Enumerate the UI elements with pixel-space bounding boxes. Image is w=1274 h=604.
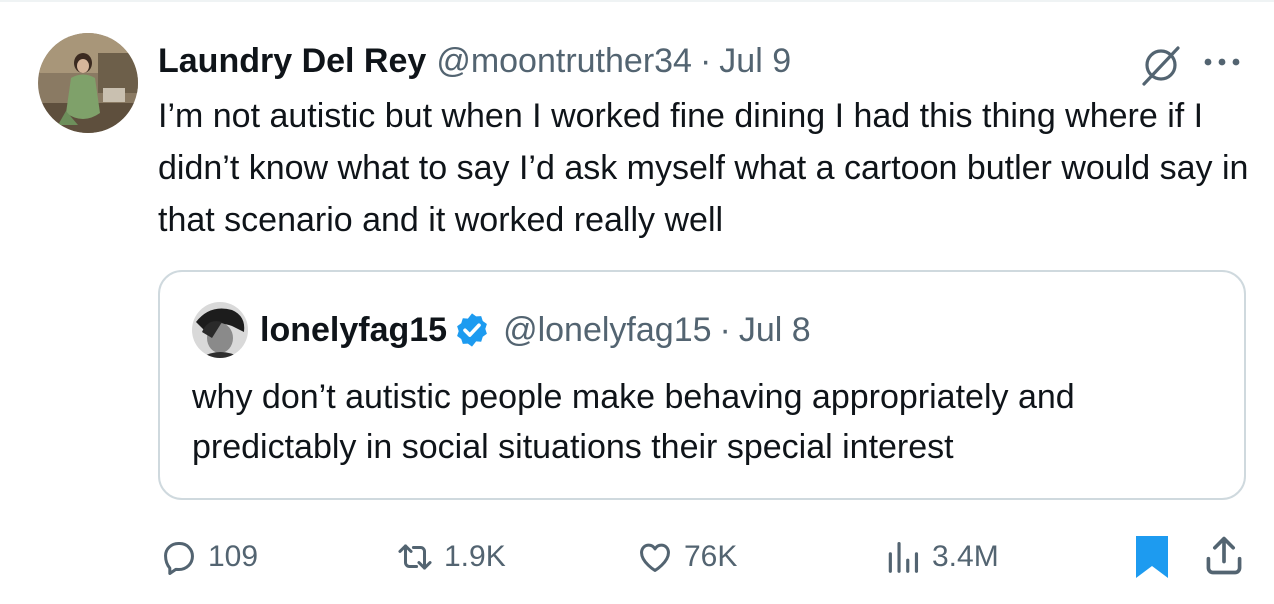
repost-count: 1.9K [444,540,506,573]
top-divider [0,0,1274,2]
separator-dot: · [699,41,712,80]
quoted-author-handle[interactable]: @lonelyfag15 [503,311,711,350]
reply-count: 109 [208,540,259,573]
quoted-author-avatar[interactable] [192,302,248,358]
views-icon [888,541,919,573]
grok-icon[interactable] [1138,42,1184,88]
like-count: 76K [684,540,738,573]
author-name[interactable]: Laundry Del Rey [158,42,426,81]
separator-dot: · [719,310,731,349]
quoted-tweet-header: lonelyfag15 @lonelyfag15 · Jul 8 [260,306,811,354]
heart-icon [640,543,670,572]
quoted-tweet[interactable]: lonelyfag15 @lonelyfag15 · Jul 8 why don… [158,270,1246,500]
more-icon[interactable] [1196,42,1248,82]
tweet-header: Laundry Del Rey @moontruther34 · Jul 9 [158,38,791,84]
quoted-tweet-date[interactable]: Jul 8 [739,311,811,350]
like-button[interactable]: 76K [636,534,737,580]
reply-icon [164,542,194,575]
views-button[interactable]: 3.4M [884,534,999,580]
bookmark-icon[interactable] [1132,534,1172,580]
quoted-tweet-text: why don’t autistic people make behaving … [192,378,1075,466]
author-handle[interactable]: @moontruther34 [436,42,692,81]
author-avatar[interactable] [38,33,138,133]
share-icon[interactable] [1202,532,1246,580]
view-count: 3.4M [932,540,999,573]
repost-button[interactable]: 1.9K [396,534,506,580]
repost-icon [398,544,432,570]
tweet-date[interactable]: Jul 9 [719,42,791,81]
reply-button[interactable]: 109 [160,534,258,580]
verified-badge-icon [457,313,487,347]
quoted-author-name[interactable]: lonelyfag15 [260,311,447,350]
tweet-text: I’m not autistic but when I worked fine … [158,97,1249,239]
